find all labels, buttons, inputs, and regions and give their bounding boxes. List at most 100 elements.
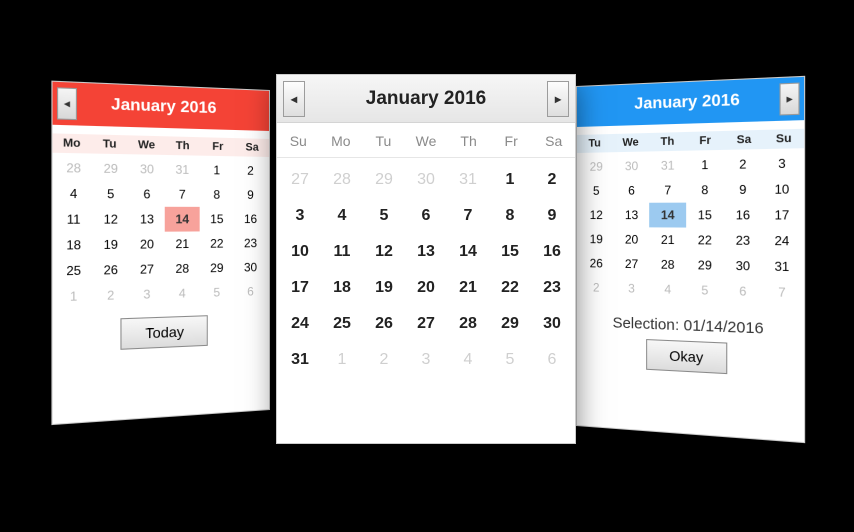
day-cell[interactable]: 2 [531, 162, 573, 198]
day-cell[interactable]: 9 [234, 183, 267, 207]
day-cell[interactable]: 20 [614, 227, 650, 252]
day-cell[interactable]: 2 [363, 342, 405, 378]
day-cell[interactable]: 16 [724, 202, 763, 228]
day-cell[interactable]: 6 [234, 279, 267, 304]
day-cell[interactable]: 7 [762, 279, 802, 306]
day-cell[interactable]: 3 [405, 342, 447, 378]
day-cell[interactable]: 21 [447, 270, 489, 306]
day-cell[interactable]: 19 [579, 227, 614, 251]
day-cell[interactable]: 12 [363, 234, 405, 270]
day-cell[interactable]: 31 [447, 162, 489, 198]
day-cell[interactable]: 9 [531, 198, 573, 234]
day-cell[interactable]: 8 [686, 177, 724, 202]
day-cell[interactable]: 2 [579, 275, 614, 300]
day-cell[interactable]: 11 [321, 234, 363, 270]
day-cell[interactable]: 1 [489, 162, 531, 198]
prev-month-button[interactable]: ◂ [283, 81, 305, 117]
day-cell[interactable]: 2 [92, 282, 129, 308]
day-cell[interactable]: 6 [405, 198, 447, 234]
day-cell[interactable]: 28 [165, 256, 200, 281]
day-cell[interactable]: 28 [650, 252, 687, 277]
day-cell[interactable]: 10 [762, 176, 802, 202]
day-cell[interactable]: 28 [55, 155, 93, 181]
day-cell[interactable]: 29 [200, 256, 234, 281]
day-cell[interactable]: 27 [614, 252, 650, 277]
day-cell[interactable]: 29 [489, 306, 531, 342]
day-cell[interactable]: 3 [614, 276, 650, 301]
day-cell[interactable]: 5 [200, 280, 234, 305]
day-cell[interactable]: 29 [579, 154, 614, 179]
day-cell[interactable]: 6 [531, 342, 573, 378]
day-cell[interactable]: 24 [762, 228, 802, 254]
day-cell[interactable]: 3 [129, 281, 165, 307]
day-cell[interactable]: 8 [489, 198, 531, 234]
today-button[interactable]: Today [121, 315, 208, 350]
day-cell[interactable]: 29 [92, 156, 129, 182]
day-cell[interactable]: 13 [614, 203, 650, 228]
prev-month-button[interactable]: ◂ [57, 87, 77, 120]
day-cell[interactable]: 13 [405, 234, 447, 270]
day-cell[interactable]: 13 [129, 207, 165, 232]
day-cell[interactable]: 16 [234, 207, 267, 231]
day-cell[interactable]: 1 [55, 283, 93, 310]
day-cell[interactable]: 15 [489, 234, 531, 270]
day-cell[interactable]: 18 [321, 270, 363, 306]
day-cell[interactable]: 30 [614, 154, 650, 179]
day-cell[interactable]: 4 [650, 277, 687, 303]
day-cell[interactable]: 23 [234, 231, 267, 256]
okay-button[interactable]: Okay [646, 339, 728, 374]
day-cell[interactable]: 31 [165, 157, 200, 182]
day-cell[interactable]: 19 [92, 232, 129, 258]
day-cell[interactable]: 18 [55, 232, 93, 258]
day-cell[interactable]: 5 [92, 181, 129, 207]
day-cell[interactable]: 16 [531, 234, 573, 270]
day-cell[interactable]: 7 [447, 198, 489, 234]
day-cell[interactable]: 5 [686, 277, 724, 303]
day-cell[interactable]: 25 [55, 258, 93, 284]
day-cell[interactable]: 6 [724, 278, 763, 304]
day-cell[interactable]: 28 [447, 306, 489, 342]
day-cell[interactable]: 28 [321, 162, 363, 198]
day-cell[interactable]: 23 [724, 228, 763, 254]
day-cell[interactable]: 15 [686, 202, 724, 227]
day-cell[interactable]: 19 [363, 270, 405, 306]
day-cell[interactable]: 23 [531, 270, 573, 306]
day-cell[interactable]: 4 [55, 181, 93, 207]
day-cell[interactable]: 31 [650, 153, 687, 178]
day-cell[interactable]: 22 [686, 228, 724, 253]
day-cell[interactable]: 27 [129, 257, 165, 283]
day-cell[interactable]: 1 [200, 158, 234, 183]
day-cell[interactable]: 29 [686, 252, 724, 278]
day-cell[interactable]: 30 [531, 306, 573, 342]
day-cell[interactable]: 22 [489, 270, 531, 306]
day-cell[interactable]: 2 [234, 158, 267, 183]
day-cell[interactable]: 21 [165, 231, 200, 256]
day-cell[interactable]: 26 [92, 257, 129, 283]
day-cell[interactable]: 27 [279, 162, 321, 198]
day-cell[interactable]: 20 [129, 232, 165, 257]
next-month-button[interactable]: ▸ [547, 81, 569, 117]
day-cell[interactable]: 14 [650, 203, 687, 228]
day-cell[interactable]: 14 [447, 234, 489, 270]
day-cell[interactable]: 6 [129, 182, 165, 207]
day-cell[interactable]: 17 [762, 202, 802, 228]
day-cell[interactable]: 15 [200, 207, 234, 232]
day-cell[interactable]: 30 [405, 162, 447, 198]
day-cell[interactable]: 4 [165, 281, 200, 307]
day-cell[interactable]: 6 [614, 178, 650, 203]
day-cell[interactable]: 10 [279, 234, 321, 270]
day-cell[interactable]: 7 [650, 178, 687, 203]
day-cell[interactable]: 5 [489, 342, 531, 378]
day-cell[interactable]: 3 [762, 150, 802, 176]
day-cell[interactable]: 12 [92, 207, 129, 232]
day-cell[interactable]: 26 [579, 251, 614, 276]
day-cell[interactable]: 4 [447, 342, 489, 378]
day-cell[interactable]: 5 [363, 198, 405, 234]
day-cell[interactable]: 21 [650, 227, 687, 252]
day-cell[interactable]: 30 [129, 156, 165, 182]
day-cell[interactable]: 22 [200, 231, 234, 256]
day-cell[interactable]: 1 [686, 152, 724, 178]
day-cell[interactable]: 3 [279, 198, 321, 234]
day-cell[interactable]: 12 [579, 203, 614, 227]
day-cell[interactable]: 7 [165, 182, 200, 207]
